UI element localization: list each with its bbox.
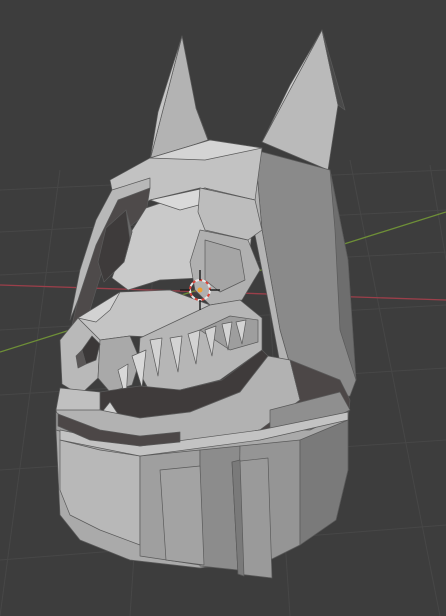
viewport-canvas[interactable] bbox=[0, 0, 446, 616]
3d-viewport[interactable] bbox=[0, 0, 446, 616]
skull-hood-mesh-icon[interactable] bbox=[55, 29, 357, 579]
